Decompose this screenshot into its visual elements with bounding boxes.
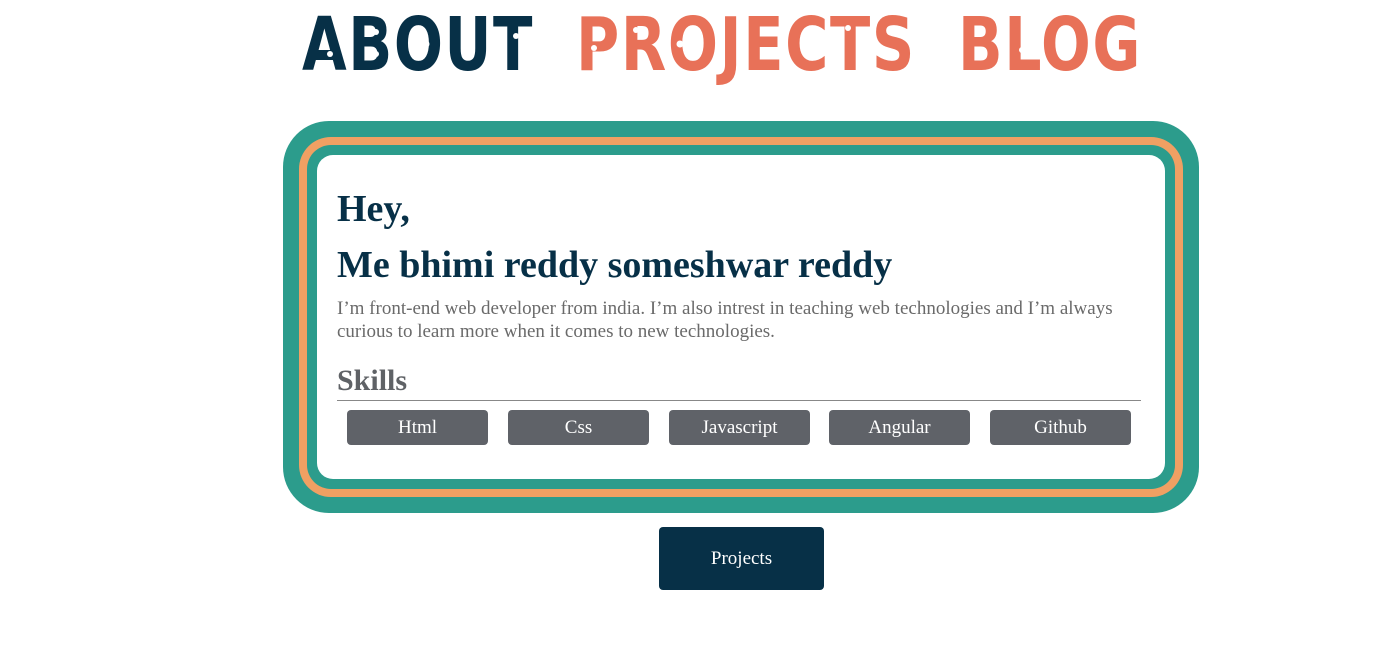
- nav-link-blog[interactable]: BLOG: [958, 2, 1142, 88]
- greeting-heading: Hey,: [337, 188, 410, 230]
- about-lettering: ABOUT: [302, 2, 532, 88]
- skill-badge-javascript: Javascript: [669, 410, 810, 445]
- skill-badge-css: Css: [508, 410, 649, 445]
- skills-list: Html Css Javascript Angular Github: [347, 410, 1131, 445]
- skills-heading: Skills: [337, 363, 1141, 401]
- about-card-teal-ring: Hey, Me bhimi reddy someshwar reddy I’m …: [307, 145, 1175, 489]
- projects-lettering: PROJECTS: [576, 2, 914, 88]
- name-heading: Me bhimi reddy someshwar reddy: [337, 244, 893, 286]
- about-card-orange-ring: Hey, Me bhimi reddy someshwar reddy I’m …: [299, 137, 1183, 497]
- nav-link-about[interactable]: ABOUT: [302, 2, 534, 88]
- about-card: Hey, Me bhimi reddy someshwar reddy I’m …: [317, 155, 1165, 479]
- bio-text: I’m front-end web developer from india. …: [337, 298, 1113, 342]
- skill-badge-angular: Angular: [829, 410, 970, 445]
- projects-button[interactable]: Projects: [659, 527, 824, 590]
- blog-lettering: BLOG: [958, 2, 1140, 88]
- nav-blog-label: BLOG: [958, 2, 1142, 88]
- skill-badge-html: Html: [347, 410, 488, 445]
- skill-badge-github: Github: [990, 410, 1131, 445]
- about-card-frame: Hey, Me bhimi reddy someshwar reddy I’m …: [283, 121, 1199, 513]
- nav-link-projects[interactable]: PROJECTS: [576, 2, 916, 88]
- nav-about-label: ABOUT: [302, 2, 534, 88]
- top-nav: ABOUT PROJECTS BLOG: [0, 0, 1398, 100]
- nav-projects-label: PROJECTS: [576, 2, 916, 88]
